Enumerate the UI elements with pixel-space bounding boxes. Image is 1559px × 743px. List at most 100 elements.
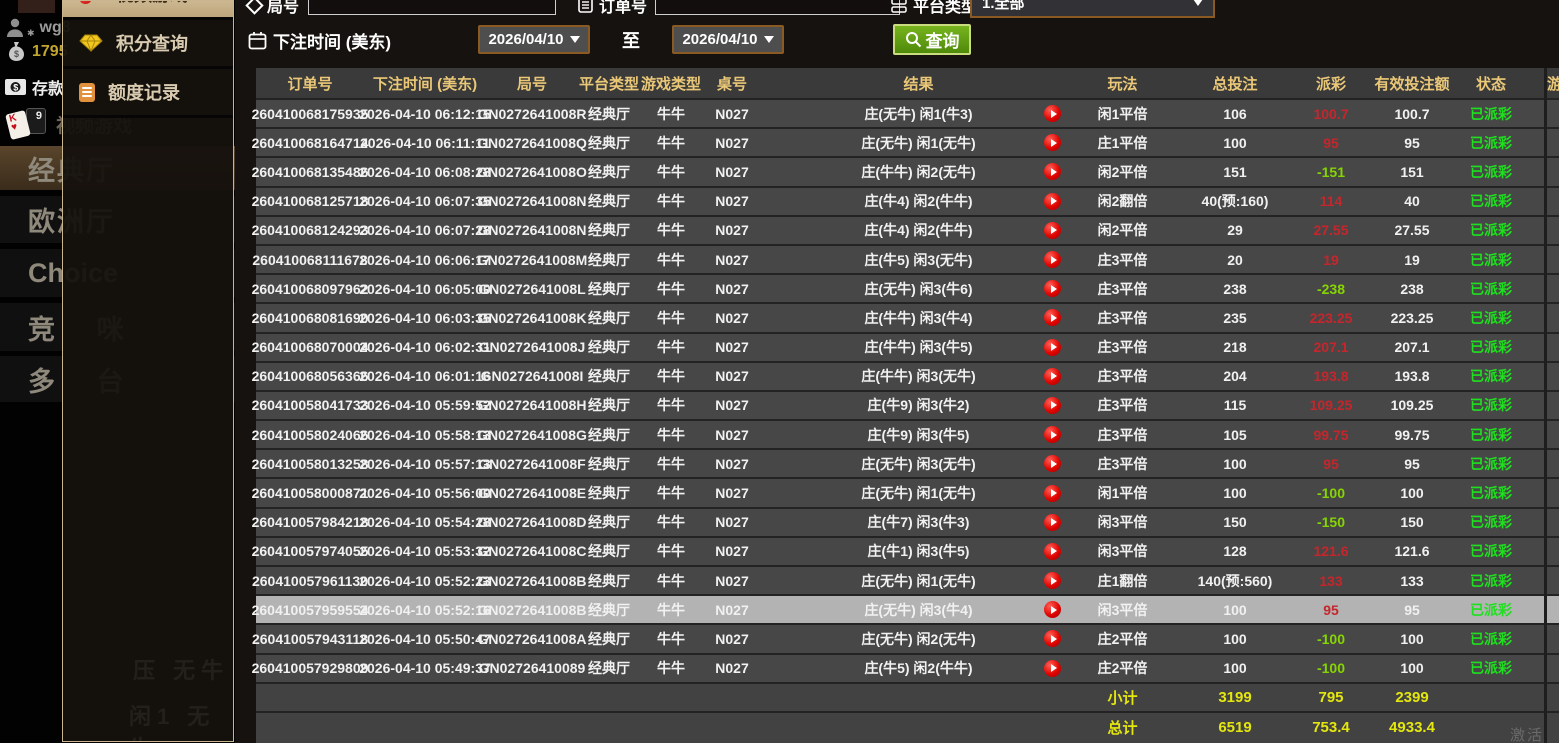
play-video-button[interactable]: [1044, 280, 1061, 297]
table-row[interactable]: 2604100580417332026-04-10 05:59:52GN0272…: [256, 392, 1559, 421]
cell-platform-type: 经典厅: [578, 158, 640, 185]
cell-status: 已派彩: [1462, 100, 1520, 127]
menu-item-label: 额度记录: [108, 79, 180, 105]
play-video-button[interactable]: [1044, 543, 1061, 560]
cell-game-type: 牛牛: [640, 421, 702, 448]
table-row[interactable]: 2604100681242932026-04-10 06:07:28GN0272…: [256, 217, 1559, 246]
table-row[interactable]: 2604100680563662026-04-10 06:01:16GN0272…: [256, 363, 1559, 392]
play-video-button[interactable]: [1044, 309, 1061, 326]
table-row[interactable]: 2604100681759352026-04-10 06:12:15GN0272…: [256, 100, 1559, 129]
cell-valid-bet: 133: [1362, 567, 1462, 594]
table-row[interactable]: 2604100579595542026-04-10 05:52:16GN0272…: [256, 596, 1559, 625]
column-header: 有效投注额: [1362, 68, 1462, 98]
play-video-button[interactable]: [1044, 105, 1061, 122]
result-text: 庄(无牛) 闲3(无牛): [861, 454, 975, 474]
play-video-button[interactable]: [1044, 485, 1061, 502]
play-video-button[interactable]: [1044, 251, 1061, 268]
play-video-button[interactable]: [1044, 426, 1061, 443]
cell-play-type: 闲2翻倍: [1075, 188, 1170, 215]
menu-item-label: 视频游戏: [116, 0, 188, 7]
cell-bet-time: 2026-04-10 05:54:28: [364, 509, 486, 536]
table-row[interactable]: 2604100681257182026-04-10 06:07:35GN0272…: [256, 188, 1559, 217]
table-row[interactable]: 2604100681354862026-04-10 06:08:28GN0272…: [256, 158, 1559, 187]
cell-bet-time: 2026-04-10 06:07:28: [364, 217, 486, 244]
table-row[interactable]: 2604100579298092026-04-10 05:49:37GN0272…: [256, 655, 1559, 684]
column-header: 订单号: [256, 68, 364, 98]
table-row[interactable]: 2604100579431182026-04-10 05:50:47GN0272…: [256, 625, 1559, 654]
play-video-button[interactable]: [1044, 339, 1061, 356]
cell-play-type: 庄3平倍: [1075, 246, 1170, 273]
menu-item-points-query[interactable]: 积分查询: [63, 20, 233, 69]
table-row[interactable]: 2604100680700042026-04-10 06:02:31GN0272…: [256, 334, 1559, 363]
date-from-picker[interactable]: 2026/04/10: [478, 25, 590, 54]
play-video-button[interactable]: [1044, 193, 1061, 210]
result-text: 庄(无牛) 闲1(牛3): [864, 104, 972, 124]
table-row[interactable]: 2604100681647142026-04-10 06:11:11GN0272…: [256, 129, 1559, 158]
play-video-button[interactable]: [1044, 397, 1061, 414]
cell-round-id: GN0272641008J: [486, 334, 578, 361]
order-number-input[interactable]: [655, 0, 900, 15]
cell-bet-time: 2026-04-10 05:56:00: [364, 479, 486, 506]
table-row[interactable]: 2604100580240662026-04-10 05:58:13GN0272…: [256, 421, 1559, 450]
cell-order-id: 260410068097962: [256, 275, 364, 302]
play-video-button[interactable]: [1044, 572, 1061, 589]
cell-status: 已派彩: [1462, 625, 1520, 652]
cell-play-type: 庄2平倍: [1075, 625, 1170, 652]
cell-bet-time: 2026-04-10 06:11:11: [364, 129, 486, 156]
play-video-button[interactable]: [1044, 660, 1061, 677]
date-to-picker[interactable]: 2026/04/10: [672, 25, 784, 54]
cell-total-bet: 151: [1170, 158, 1300, 185]
total-payout: 753.4: [1300, 713, 1362, 743]
chevron-down-icon: [570, 36, 580, 43]
cell-status: 已派彩: [1462, 334, 1520, 361]
cell-game-type: 牛牛: [640, 363, 702, 390]
total-label: 总计: [1075, 713, 1170, 743]
table-row[interactable]: 2604100680816902026-04-10 06:03:35GN0272…: [256, 304, 1559, 333]
cell-valid-bet: 40: [1362, 188, 1462, 215]
cell-valid-bet: 207.1: [1362, 334, 1462, 361]
column-header: 结果: [762, 68, 1075, 98]
play-video-button[interactable]: [1044, 134, 1061, 151]
cell-table-no: N027: [702, 304, 762, 331]
cell-game-type: 牛牛: [640, 655, 702, 682]
round-number-input[interactable]: [308, 0, 556, 15]
cell-play-type: 庄2平倍: [1075, 655, 1170, 682]
table-row[interactable]: 2604100681116782026-04-10 06:06:17GN0272…: [256, 246, 1559, 275]
cell-platform-type: 经典厅: [578, 334, 640, 361]
cell-round-id: GN0272641008H: [486, 392, 578, 419]
list-icon: [578, 0, 593, 13]
cell-payout: -150: [1300, 509, 1362, 536]
cell-total-bet: 128: [1170, 538, 1300, 565]
table-row[interactable]: 2604100579842182026-04-10 05:54:28GN0272…: [256, 509, 1559, 538]
play-video-button[interactable]: [1044, 455, 1061, 472]
result-text: 庄(牛9) 闲3(牛2): [868, 395, 970, 415]
platform-type-select[interactable]: 1.全部: [970, 0, 1215, 18]
menu-item-video-games[interactable]: 视频游戏: [63, 0, 233, 20]
table-row[interactable]: 2604100680979622026-04-10 06:05:00GN0272…: [256, 275, 1559, 304]
play-video-button[interactable]: [1044, 222, 1061, 239]
play-video-button[interactable]: [1044, 163, 1061, 180]
play-video-button[interactable]: [1044, 514, 1061, 531]
table-row[interactable]: 2604100579740552026-04-10 05:53:32GN0272…: [256, 538, 1559, 567]
search-button[interactable]: 查询: [893, 24, 971, 55]
cell-round-id: GN0272641008O: [486, 158, 578, 185]
cell-status: 已派彩: [1462, 655, 1520, 682]
table-row[interactable]: 2604100580132582026-04-10 05:57:13GN0272…: [256, 450, 1559, 479]
play-video-button[interactable]: [1044, 630, 1061, 647]
play-video-button[interactable]: [1044, 368, 1061, 385]
play-video-button[interactable]: [1044, 601, 1061, 618]
order-number-label: 订单号: [578, 0, 647, 17]
result-text: 庄(无牛) 闲1(无牛): [861, 483, 975, 503]
table-row[interactable]: 2604100580008712026-04-10 05:56:00GN0272…: [256, 479, 1559, 508]
cell-status: 已派彩: [1462, 129, 1520, 156]
document-icon: [79, 83, 95, 102]
result-text: 庄(牛牛) 闲3(牛5): [864, 337, 972, 357]
cell-game-type: 牛牛: [640, 129, 702, 156]
cell-table-no: N027: [702, 188, 762, 215]
menu-item-quota-records[interactable]: 额度记录: [63, 69, 233, 118]
cell-game-type: 牛牛: [640, 450, 702, 477]
cell-payout: 193.8: [1300, 363, 1362, 390]
deposit-button[interactable]: $ 存款: [4, 75, 64, 99]
cell-table-no: N027: [702, 596, 762, 623]
table-row[interactable]: 2604100579611302026-04-10 05:52:23GN0272…: [256, 567, 1559, 596]
